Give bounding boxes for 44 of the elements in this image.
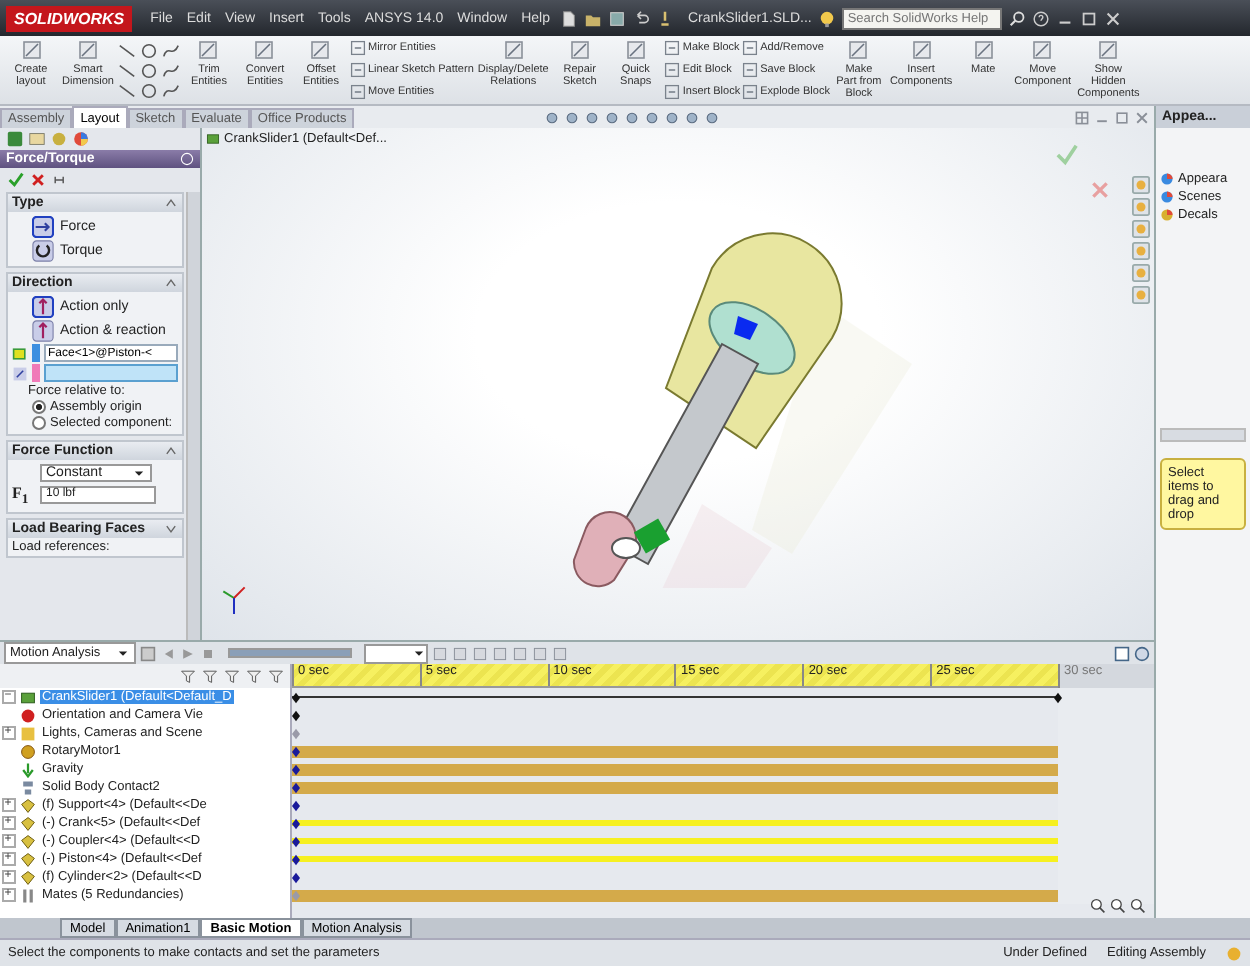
line-icon[interactable] [117,41,136,59]
dropdown-arrow-icon [412,646,427,660]
pushpin-icon[interactable] [52,172,68,188]
decal-icon [1160,208,1174,222]
window-tile-icon[interactable] [1074,109,1090,125]
property-icon[interactable] [28,130,46,148]
help-icon[interactable] [1031,9,1050,27]
direction-icon [12,365,28,381]
restore-icon[interactable] [1079,9,1098,27]
rotation-icon [32,240,54,262]
lamp-icon [20,725,36,741]
arrow-icon [32,320,54,342]
document-icon[interactable] [559,9,578,27]
playback-speed-dropdown[interactable] [364,643,429,663]
force-symbol: F$_{1}$ [12,484,31,508]
lightbulb-icon [817,9,836,27]
close-icon[interactable] [30,172,46,188]
curve-icon[interactable] [161,41,180,59]
assembly-icon [20,689,36,705]
dropdown-arrow-icon [116,646,131,660]
checkmark-icon[interactable] [8,172,24,188]
rebuild-icon[interactable] [655,9,674,27]
undo-icon[interactable] [631,9,650,27]
zoom-fit-icon[interactable] [1090,898,1106,914]
circle-icon[interactable] [139,41,158,59]
search-icon[interactable] [1007,9,1026,27]
camera-icon [20,707,36,723]
mates-icon [20,887,36,903]
key-point-icon[interactable] [1054,691,1062,703]
arrow-icon [32,216,54,238]
playback-slider[interactable] [230,650,351,656]
feature-tree-icon[interactable] [6,130,24,148]
circle-icon[interactable] [139,81,158,99]
app-logo: SOLIDWORKS [6,5,133,31]
scrollbar[interactable] [1160,428,1246,442]
dropdown-arrow-icon [132,466,146,480]
arrow-icon [32,296,54,318]
selection-field[interactable] [44,364,178,382]
checkmark-icon[interactable] [1056,144,1078,166]
scrollbar[interactable] [186,192,200,640]
panel-icon[interactable] [1114,645,1130,661]
face-icon [12,345,28,361]
filter-icon[interactable] [180,668,196,684]
assembly-icon[interactable] [206,132,220,146]
